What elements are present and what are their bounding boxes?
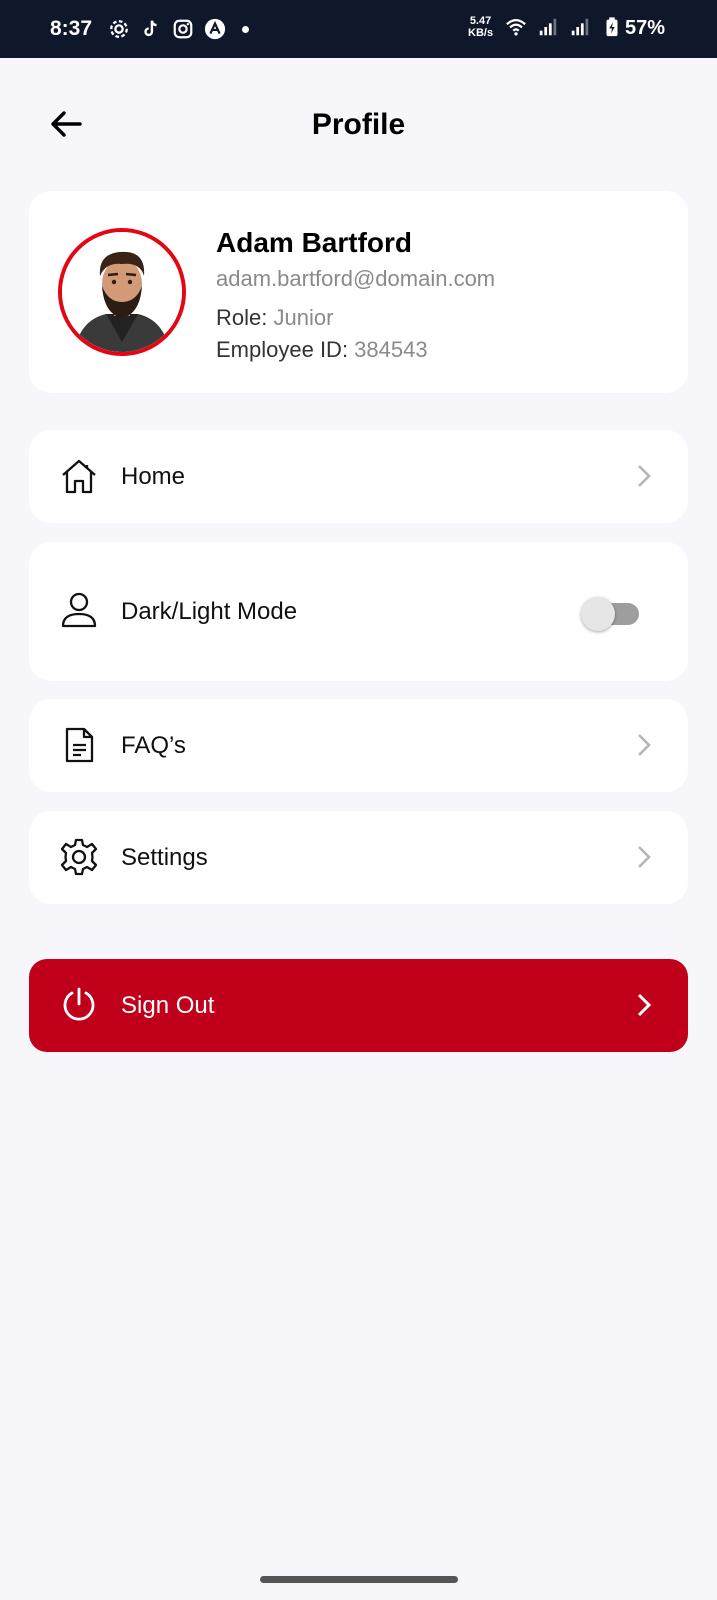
- menu-label-home: Home: [121, 463, 186, 490]
- menu-label-settings: Settings: [121, 844, 208, 871]
- instagram-icon: [173, 19, 193, 39]
- battery-percent: 57%: [625, 17, 666, 39]
- page-title: Profile: [311, 108, 406, 141]
- sign-out-button[interactable]: Sign Out: [29, 959, 688, 1052]
- tiktok-icon: [144, 20, 157, 37]
- user-icon: [61, 592, 97, 628]
- avatar[interactable]: [58, 228, 186, 356]
- role-value: Junior: [273, 305, 334, 330]
- menu-label-faq: FAQ’s: [121, 732, 186, 759]
- network-speed: 5.47 KB/s: [468, 15, 493, 39]
- employee-id-label: Employee ID:: [216, 337, 355, 362]
- gear-icon: [60, 838, 98, 876]
- employee-id-value: 384543: [354, 337, 428, 362]
- chevron-right-icon: [637, 993, 652, 1017]
- profile-card: Adam Bartford adam.bartford@domain.com R…: [29, 191, 688, 393]
- app-icon: [204, 18, 226, 40]
- notification-icons: [108, 18, 249, 40]
- chevron-right-icon: [638, 734, 651, 756]
- dark-mode-toggle[interactable]: [581, 597, 641, 631]
- speed-unit: KB/s: [468, 27, 494, 39]
- system-icons: [505, 16, 623, 38]
- app-header: Profile: [0, 100, 717, 150]
- menu-item-faq[interactable]: FAQ’s: [29, 699, 688, 792]
- profile-role: Role: Junior: [216, 305, 333, 331]
- profile-employee-id: Employee ID: 384543: [216, 337, 428, 363]
- settings-icon: [110, 20, 128, 38]
- home-icon: [62, 459, 96, 494]
- chevron-right-icon: [638, 465, 651, 487]
- role-label: Role:: [216, 305, 274, 330]
- menu-item-settings[interactable]: Settings: [29, 811, 688, 904]
- chevron-right-icon: [638, 846, 651, 868]
- signal-icon: [539, 18, 557, 36]
- battery-charging-icon: [606, 17, 618, 37]
- toggle-thumb: [581, 597, 615, 631]
- document-icon: [65, 727, 94, 763]
- status-time: 8:37: [50, 17, 93, 40]
- home-indicator[interactable]: [260, 1576, 458, 1583]
- power-icon: [63, 987, 95, 1021]
- status-bar: 8:37 5.47 KB/s 57%: [0, 0, 717, 58]
- speed-value: 5.47: [469, 15, 492, 27]
- menu-item-home[interactable]: Home: [29, 430, 688, 523]
- wifi-icon: [506, 19, 526, 36]
- menu-label-dark-light-mode: Dark/Light Mode: [121, 598, 298, 625]
- menu-item-dark-light-mode: Dark/Light Mode: [29, 542, 688, 681]
- signal-icon: [571, 18, 589, 36]
- profile-email: adam.bartford@domain.com: [216, 266, 496, 291]
- sign-out-label: Sign Out: [121, 992, 215, 1019]
- dot-icon: [242, 25, 249, 33]
- avatar-portrait-icon: [62, 232, 182, 352]
- profile-name: Adam Bartford: [216, 227, 413, 258]
